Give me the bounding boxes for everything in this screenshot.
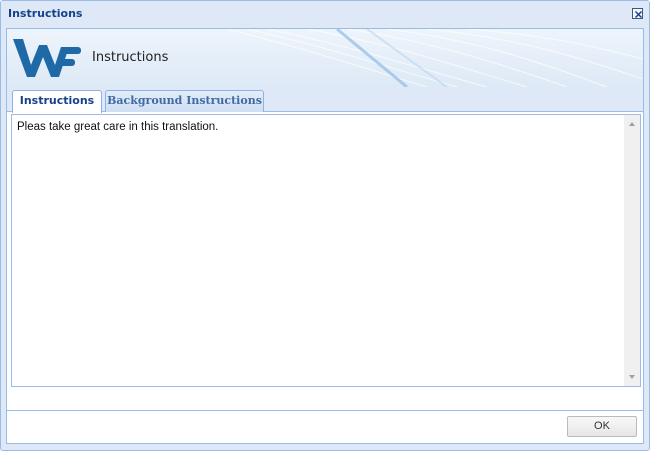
instructions-window: Instructions Instructions Instructions B… [0,0,650,451]
scroll-down-icon[interactable] [628,373,636,381]
instructions-text: Pleas take great care in this translatio… [17,121,219,133]
window-body: Instructions Instructions Background Ins… [6,28,644,444]
vertical-scrollbar[interactable] [624,115,640,386]
scroll-up-icon[interactable] [628,120,636,128]
tab-background-instructions[interactable]: Background Instructions [105,90,264,112]
ok-button[interactable]: OK [567,416,637,437]
header-banner: Instructions [7,29,643,87]
window-titlebar[interactable]: Instructions [1,1,649,28]
tab-instructions[interactable]: Instructions [12,90,102,113]
window-title: Instructions [8,7,83,20]
window-footer: OK [7,411,643,443]
wf-logo [13,39,81,77]
tab-strip: Instructions Background Instructions [7,87,643,113]
instructions-textarea[interactable]: Pleas take great care in this translatio… [11,114,641,387]
close-icon[interactable] [632,8,643,19]
header-title: Instructions [92,50,169,65]
